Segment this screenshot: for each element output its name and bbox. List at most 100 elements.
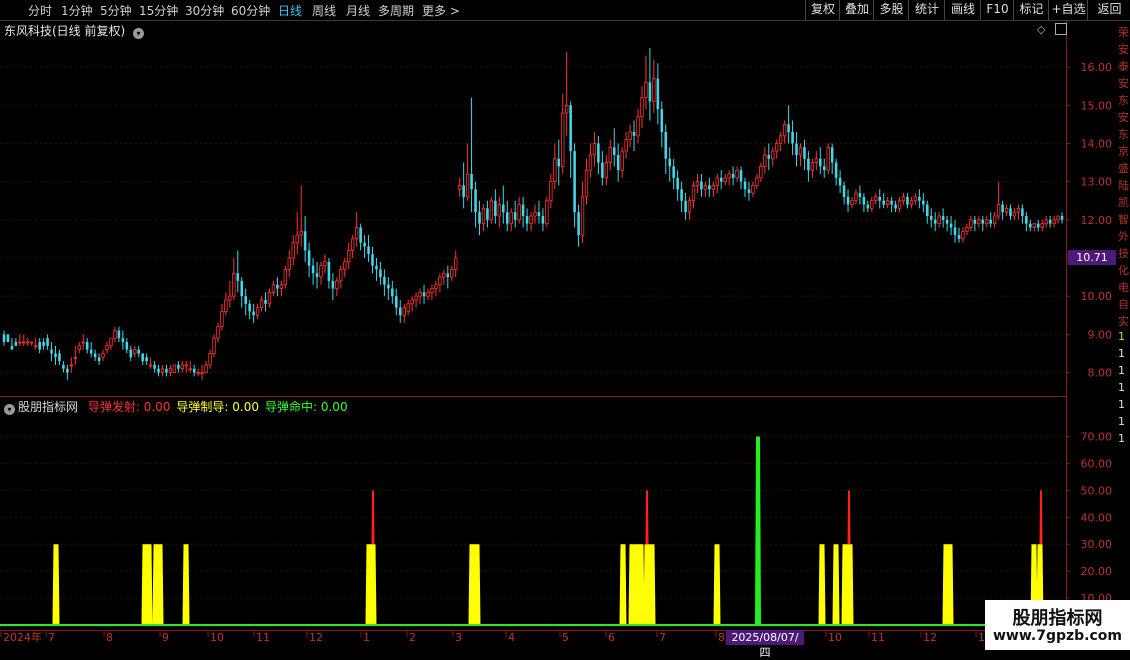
chevron-down-icon[interactable]: ▾: [133, 28, 145, 39]
indicator-bar-guide: [369, 544, 377, 625]
candle-body: [10, 345, 14, 350]
candle-body: [22, 341, 26, 344]
candle-body: [113, 330, 117, 339]
toolbar-button-6[interactable]: 标记: [1013, 0, 1049, 20]
candle-body: [985, 219, 989, 225]
candle-body: [715, 177, 719, 186]
candle-body: [814, 158, 819, 163]
chart-canvas[interactable]: 16.0015.0014.0013.0012.0011.0010.009.008…: [0, 0, 1130, 650]
candle-body: [255, 307, 260, 316]
period-tab-6[interactable]: 日线: [278, 2, 302, 19]
x-tick-label: 10: [828, 631, 842, 644]
candle-body: [743, 181, 747, 190]
toolbar-button-3[interactable]: 统计: [908, 0, 945, 20]
candle-body: [1016, 207, 1021, 213]
x-tick-label: 5: [562, 631, 569, 644]
period-tab-1[interactable]: 1分钟: [61, 2, 93, 19]
candle-body: [117, 330, 121, 339]
period-tab-2[interactable]: 5分钟: [100, 2, 132, 19]
indicator-tick-label: 20.00: [1081, 565, 1113, 578]
price-tick-label: 14.00: [1081, 137, 1113, 150]
candle-body: [624, 139, 628, 152]
candle-body: [842, 185, 846, 197]
candle-body: [486, 208, 489, 220]
candle-body: [787, 124, 790, 132]
candle-body: [953, 227, 957, 236]
stock-title[interactable]: 东风科技(日线 前复权) ▾: [4, 22, 147, 39]
candle-body: [391, 288, 394, 297]
candle-body: [996, 204, 1001, 217]
right-strip-item: 盛: [1118, 162, 1129, 175]
period-tab-10[interactable]: 更多 >: [422, 2, 460, 19]
diamond-icon[interactable]: ◇: [1037, 23, 1045, 36]
candle-body: [708, 185, 711, 190]
candle-body: [1052, 219, 1056, 225]
candle-body: [85, 342, 89, 350]
candle-body: [838, 177, 842, 186]
candle-body: [894, 204, 897, 209]
candle-body: [375, 265, 378, 270]
period-tab-4[interactable]: 30分钟: [185, 2, 224, 19]
candle-body: [513, 212, 517, 220]
candle-body: [822, 166, 826, 171]
candle-body: [105, 345, 109, 351]
indicator-line-label-1: 导弹制导: 0.00: [176, 400, 259, 414]
candle-body: [564, 104, 569, 114]
period-tab-7[interactable]: 周线: [312, 2, 336, 19]
period-tab-8[interactable]: 月线: [346, 2, 370, 19]
indicator-bar-guide: [52, 544, 60, 625]
candle-body: [957, 235, 961, 239]
toolbar-button-2[interactable]: 多股: [873, 0, 909, 20]
chevron-down-icon[interactable]: ▾: [4, 404, 15, 415]
period-tab-3[interactable]: 15分钟: [139, 2, 178, 19]
period-tab-5[interactable]: 60分钟: [231, 2, 270, 19]
candle-body: [331, 280, 335, 289]
candle-body: [42, 342, 45, 346]
candle-body: [937, 215, 941, 225]
indicator-line-label-0: 导弹发射: 0.00: [87, 400, 171, 414]
toolbar-button-0[interactable]: 复权: [805, 0, 840, 20]
candle-body: [244, 296, 247, 304]
panel-toggle-icon[interactable]: [1055, 23, 1067, 35]
indicator-bar-launch: [1039, 490, 1043, 545]
candle-body: [438, 276, 442, 286]
indicator-bar-guide: [818, 544, 826, 625]
indicator-tick-label: 70.00: [1081, 430, 1113, 443]
indicator-bar-guide: [145, 544, 153, 625]
candle-body: [612, 147, 616, 155]
candle-body: [965, 227, 969, 232]
candle-body: [755, 177, 759, 186]
candle-body: [319, 265, 323, 278]
x-tick-label: 8: [718, 631, 725, 644]
indicator-bar-guide: [713, 544, 721, 625]
candle-body: [148, 364, 153, 367]
right-strip-item: 自: [1118, 298, 1129, 311]
candle-body: [160, 368, 165, 373]
candle-body: [196, 372, 200, 374]
toolbar-button-4[interactable]: 画线: [944, 0, 981, 20]
candle-body: [695, 181, 700, 186]
toolbar-button-1[interactable]: 叠加: [839, 0, 874, 20]
candle-body: [604, 162, 608, 179]
candle-body: [212, 337, 216, 354]
candle-body: [1012, 211, 1017, 217]
indicator-title[interactable]: ▾ 股朋指标网 导弹发射: 0.00 导弹制导: 0.00 导弹命中: 0.00: [4, 398, 348, 415]
right-strip-item: 京: [1118, 145, 1129, 158]
price-tick-label: 10.00: [1081, 290, 1113, 303]
toolbar-button-7[interactable]: +自选: [1048, 0, 1088, 20]
candle-body: [168, 368, 173, 373]
candle-body: [1032, 223, 1036, 228]
candle-body: [299, 230, 303, 236]
toolbar-button-8[interactable]: 返回: [1087, 0, 1130, 20]
candle-body: [945, 219, 949, 224]
indicator-bar-launch: [371, 490, 375, 545]
candle-body: [204, 364, 208, 373]
period-tab-0[interactable]: 分时: [28, 2, 52, 19]
candle-body: [216, 326, 220, 339]
candle-body: [351, 238, 355, 251]
candle-body: [545, 200, 549, 225]
toolbar-button-5[interactable]: F10: [980, 0, 1014, 20]
candle-body: [267, 291, 272, 305]
candle-body: [489, 200, 494, 221]
period-tab-9[interactable]: 多周期: [378, 2, 414, 19]
